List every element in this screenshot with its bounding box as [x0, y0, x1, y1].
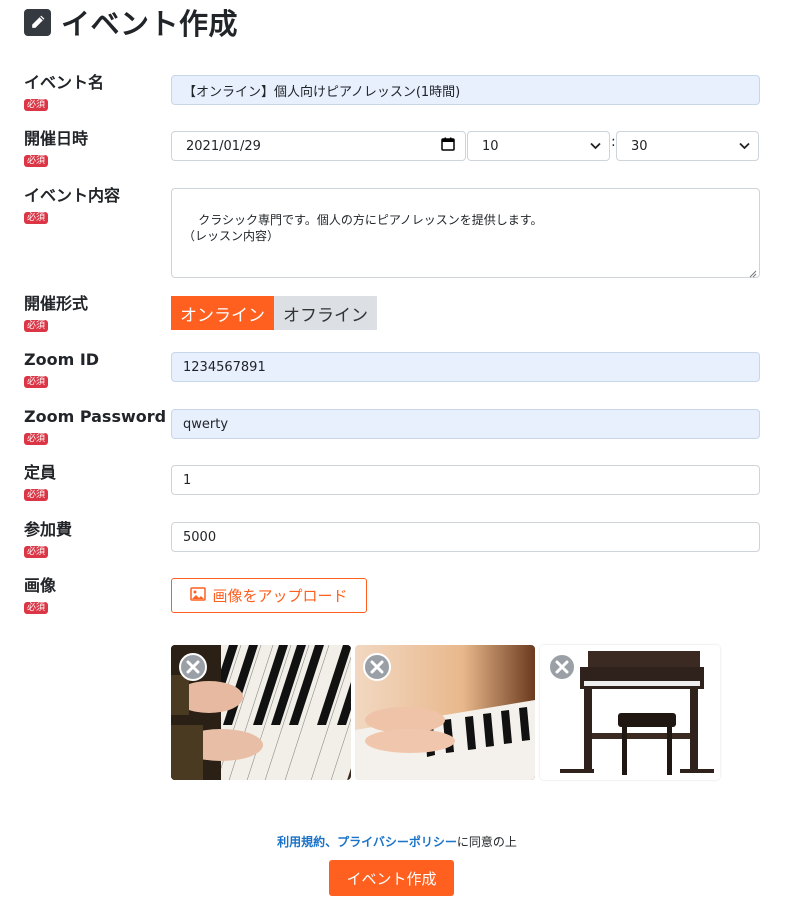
datetime-label: 開催日時 必須 — [24, 129, 89, 167]
agreement-text: 利用規約、プライバシーポリシーに同意の上 — [0, 833, 794, 850]
image-label: 画像 必須 — [24, 576, 57, 614]
format-online-option[interactable]: オンライン — [171, 296, 274, 330]
image-thumbnail-digital-piano-with-bench — [540, 645, 720, 780]
zoom-id-label: Zoom ID 必須 — [24, 350, 100, 388]
remove-image-icon[interactable] — [548, 653, 576, 681]
date-input[interactable]: 2021/01/29 — [171, 131, 466, 161]
format-offline-option[interactable]: オフライン — [274, 296, 377, 330]
required-badge: 必須 — [24, 376, 49, 388]
image-thumbnail-piano-hands-blurred — [355, 645, 535, 780]
remove-image-icon[interactable] — [179, 653, 207, 681]
terms-link[interactable]: 利用規約 — [277, 835, 325, 849]
page-title: イベント作成 — [24, 2, 238, 42]
agreement-suffix: に同意の上 — [456, 835, 517, 849]
fee-input[interactable]: 5000 — [171, 522, 760, 552]
time-separator: : — [611, 134, 616, 150]
zoom-password-input[interactable]: qwerty — [171, 409, 760, 439]
description-textarea[interactable]: クラシック専門です。個人の方にピアノレッスンを提供します。 （レッスン内容） — [171, 188, 760, 278]
privacy-policy-link[interactable]: プライバシーポリシー — [337, 835, 457, 849]
required-badge: 必須 — [24, 489, 49, 501]
chevron-down-icon — [590, 139, 601, 154]
upload-image-button[interactable]: 画像をアップロード — [171, 578, 367, 613]
page-title-text: イベント作成 — [61, 7, 239, 41]
required-badge: 必須 — [24, 433, 49, 445]
resize-grip-icon[interactable] — [748, 266, 757, 278]
pencil-square-icon — [24, 8, 51, 36]
required-badge: 必須 — [24, 155, 49, 167]
required-badge: 必須 — [24, 546, 49, 558]
hour-select[interactable]: 10 — [467, 131, 610, 161]
hour-value: 10 — [482, 138, 499, 154]
description-text: クラシック専門です。個人の方にピアノレッスンを提供します。 （レッスン内容） — [183, 213, 543, 243]
description-label: イベント内容 必須 — [24, 186, 121, 224]
chevron-down-icon — [739, 139, 750, 154]
required-badge: 必須 — [24, 320, 49, 332]
required-badge: 必須 — [24, 212, 49, 224]
zoom-id-input[interactable]: 1234567891 — [171, 352, 760, 382]
image-icon — [190, 586, 207, 605]
required-badge: 必須 — [24, 602, 49, 614]
agreement-separator: 、 — [325, 835, 338, 849]
fee-label: 参加費 必須 — [24, 520, 73, 558]
image-thumbnail-piano-hands-closeup — [171, 645, 351, 780]
upload-button-label: 画像をアップロード — [212, 587, 348, 605]
capacity-input[interactable]: 1 — [171, 465, 760, 495]
zoom-password-label: Zoom Password 必須 — [24, 407, 167, 445]
remove-image-icon[interactable] — [363, 653, 391, 681]
create-event-button[interactable]: イベント作成 — [329, 860, 454, 896]
required-badge: 必須 — [24, 99, 49, 111]
format-toggle: オンライン オフライン — [171, 296, 377, 330]
minute-value: 30 — [631, 138, 648, 154]
event-name-label: イベント名 必須 — [24, 73, 105, 111]
format-label: 開催形式 必須 — [24, 294, 89, 332]
minute-select[interactable]: 30 — [616, 131, 759, 161]
event-name-input[interactable]: 【オンライン】個人向けピアノレッスン(1時間) — [171, 75, 760, 105]
calendar-icon[interactable] — [441, 137, 455, 155]
capacity-label: 定員 必須 — [24, 463, 57, 501]
date-value: 2021/01/29 — [186, 138, 261, 154]
